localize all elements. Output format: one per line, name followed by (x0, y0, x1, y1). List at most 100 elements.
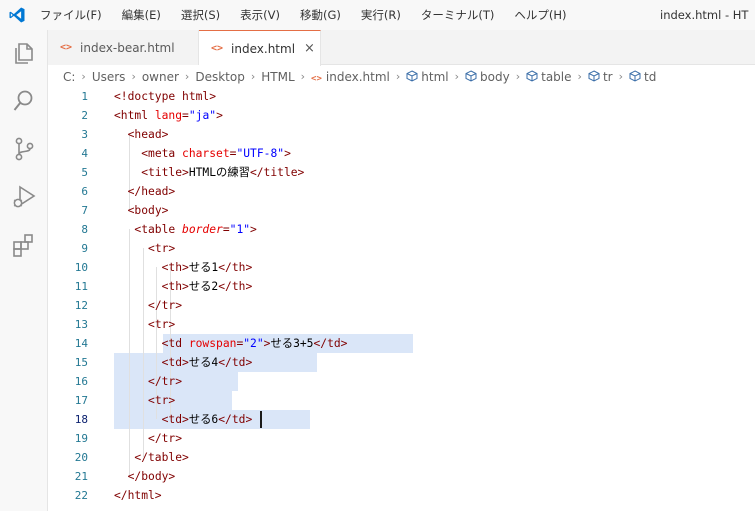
menu-item[interactable]: ファイル(F) (40, 7, 102, 23)
window-title: index.html - HT (660, 8, 749, 22)
code-line: 12 </tr> (48, 296, 755, 315)
code-text: </body> (114, 467, 176, 486)
code-token: </table> (134, 451, 189, 464)
breadcrumb-label: table (541, 69, 572, 84)
activity-bar (0, 30, 48, 511)
menu-item[interactable]: ターミナル(T) (421, 7, 495, 23)
code-line: 10 <th>せる1</th> (48, 258, 755, 277)
breadcrumb-item[interactable]: owner (142, 70, 179, 84)
line-number: 12 (74, 299, 88, 312)
code-text: <body> (114, 201, 169, 220)
explorer-icon[interactable] (11, 40, 37, 66)
line-number: 14 (74, 337, 88, 350)
code-text: <!doctype html> (114, 87, 216, 106)
menu-item[interactable]: 編集(E) (122, 7, 161, 23)
code-token: </body> (127, 470, 176, 483)
breadcrumb-item[interactable]: td (629, 70, 656, 84)
code-token: </th> (218, 280, 253, 293)
breadcrumb-item[interactable]: C: (63, 70, 75, 84)
chevron-right-icon: › (515, 70, 521, 83)
code-token: lang (154, 109, 183, 122)
code-line: 3 <head> (48, 125, 755, 144)
run-debug-icon[interactable] (11, 184, 37, 210)
menu-bar: ファイル(F) 編集(E) 選択(S) 表示(V) 移動(G) 実行(R) ターミナル(T)… (40, 0, 586, 30)
breadcrumb-item[interactable]: Users (92, 70, 126, 84)
close-icon[interactable]: × (304, 41, 315, 56)
breadcrumb-item[interactable]: <> index.html (311, 70, 390, 84)
code-token: </head> (127, 185, 176, 198)
menu-item[interactable]: 選択(S) (181, 7, 220, 23)
tab-index-bear-html[interactable]: <> index-bear.html (48, 30, 199, 65)
breadcrumb-item[interactable]: table (526, 69, 572, 84)
breadcrumb-item[interactable]: tr (588, 70, 613, 84)
code-token: <tr> (148, 318, 176, 331)
code-line: 17 <tr> (48, 391, 755, 410)
breadcrumb-label: tr (602, 69, 613, 84)
code-token: HTMLの練習 (188, 166, 250, 179)
code-token: <html (114, 109, 155, 122)
line-number: 21 (74, 470, 88, 483)
extensions-icon[interactable] (11, 232, 37, 258)
code-line: 7 <body> (48, 201, 755, 220)
code-token: せる1 (188, 261, 219, 274)
line-number: 3 (81, 128, 88, 141)
code-line: 4 <meta charset="UTF-8"> (48, 144, 755, 163)
code-line: 1 <!doctype html> (48, 87, 755, 106)
breadcrumb-item[interactable]: Desktop (195, 70, 245, 84)
code-token: せる2 (188, 280, 219, 293)
code-token: <tr> (148, 242, 176, 255)
breadcrumb-label: Desktop (195, 69, 245, 84)
code-token: rowspan (188, 337, 237, 350)
tab-label: index.html (231, 41, 296, 56)
breadcrumb-item[interactable]: body (465, 70, 510, 84)
line-number: 22 (74, 489, 88, 502)
code-token: > (284, 147, 291, 160)
menu-item[interactable]: 表示(V) (240, 7, 280, 23)
code-line: 22 </html> (48, 486, 755, 505)
code-text: <tr> (114, 391, 175, 410)
line-number: 19 (74, 432, 88, 445)
source-control-icon[interactable] (11, 136, 37, 162)
html-file-icon: <> (311, 73, 322, 84)
code-token: せる4 (188, 356, 219, 369)
code-token: せる3+5 (270, 337, 314, 350)
line-number: 11 (74, 280, 88, 293)
code-editor[interactable]: 1 <!doctype html> 2 <html lang="ja"> 3 <head… (48, 87, 755, 511)
menu-item[interactable]: 実行(R) (361, 7, 401, 23)
chevron-right-icon: › (184, 70, 190, 83)
code-token: <th> (161, 280, 189, 293)
code-line: 9 <tr> (48, 239, 755, 258)
code-text: <td>せる6</td> (114, 410, 253, 429)
line-number: 8 (81, 223, 88, 236)
menu-item[interactable]: ヘルプ(H) (514, 7, 566, 23)
breadcrumb-item[interactable]: HTML (261, 70, 294, 84)
code-line: 14 <td rowspan="2">せる3+5</td> (48, 334, 755, 353)
code-token: "UTF-8" (236, 147, 285, 160)
breadcrumb-item[interactable]: html (406, 69, 449, 84)
search-icon[interactable] (11, 88, 37, 114)
code-text: <tr> (114, 315, 175, 334)
breadcrumb-label: html (421, 69, 449, 84)
code-line: 16 </tr> (48, 372, 755, 391)
tab-index-html[interactable]: <> index.html × (199, 30, 321, 66)
breadcrumb-label: Users (91, 69, 126, 84)
symbol-element-icon (588, 69, 600, 82)
line-number: 17 (74, 394, 88, 407)
menu-item[interactable]: 移動(G) (300, 7, 341, 23)
code-token: "1" (229, 223, 251, 236)
code-text: <td>せる4</td> (114, 353, 253, 372)
code-text: <th>せる2</th> (114, 277, 253, 296)
code-token: <td (161, 337, 189, 350)
breadcrumb-label: index.html (325, 69, 390, 84)
code-token: </td> (218, 413, 253, 426)
